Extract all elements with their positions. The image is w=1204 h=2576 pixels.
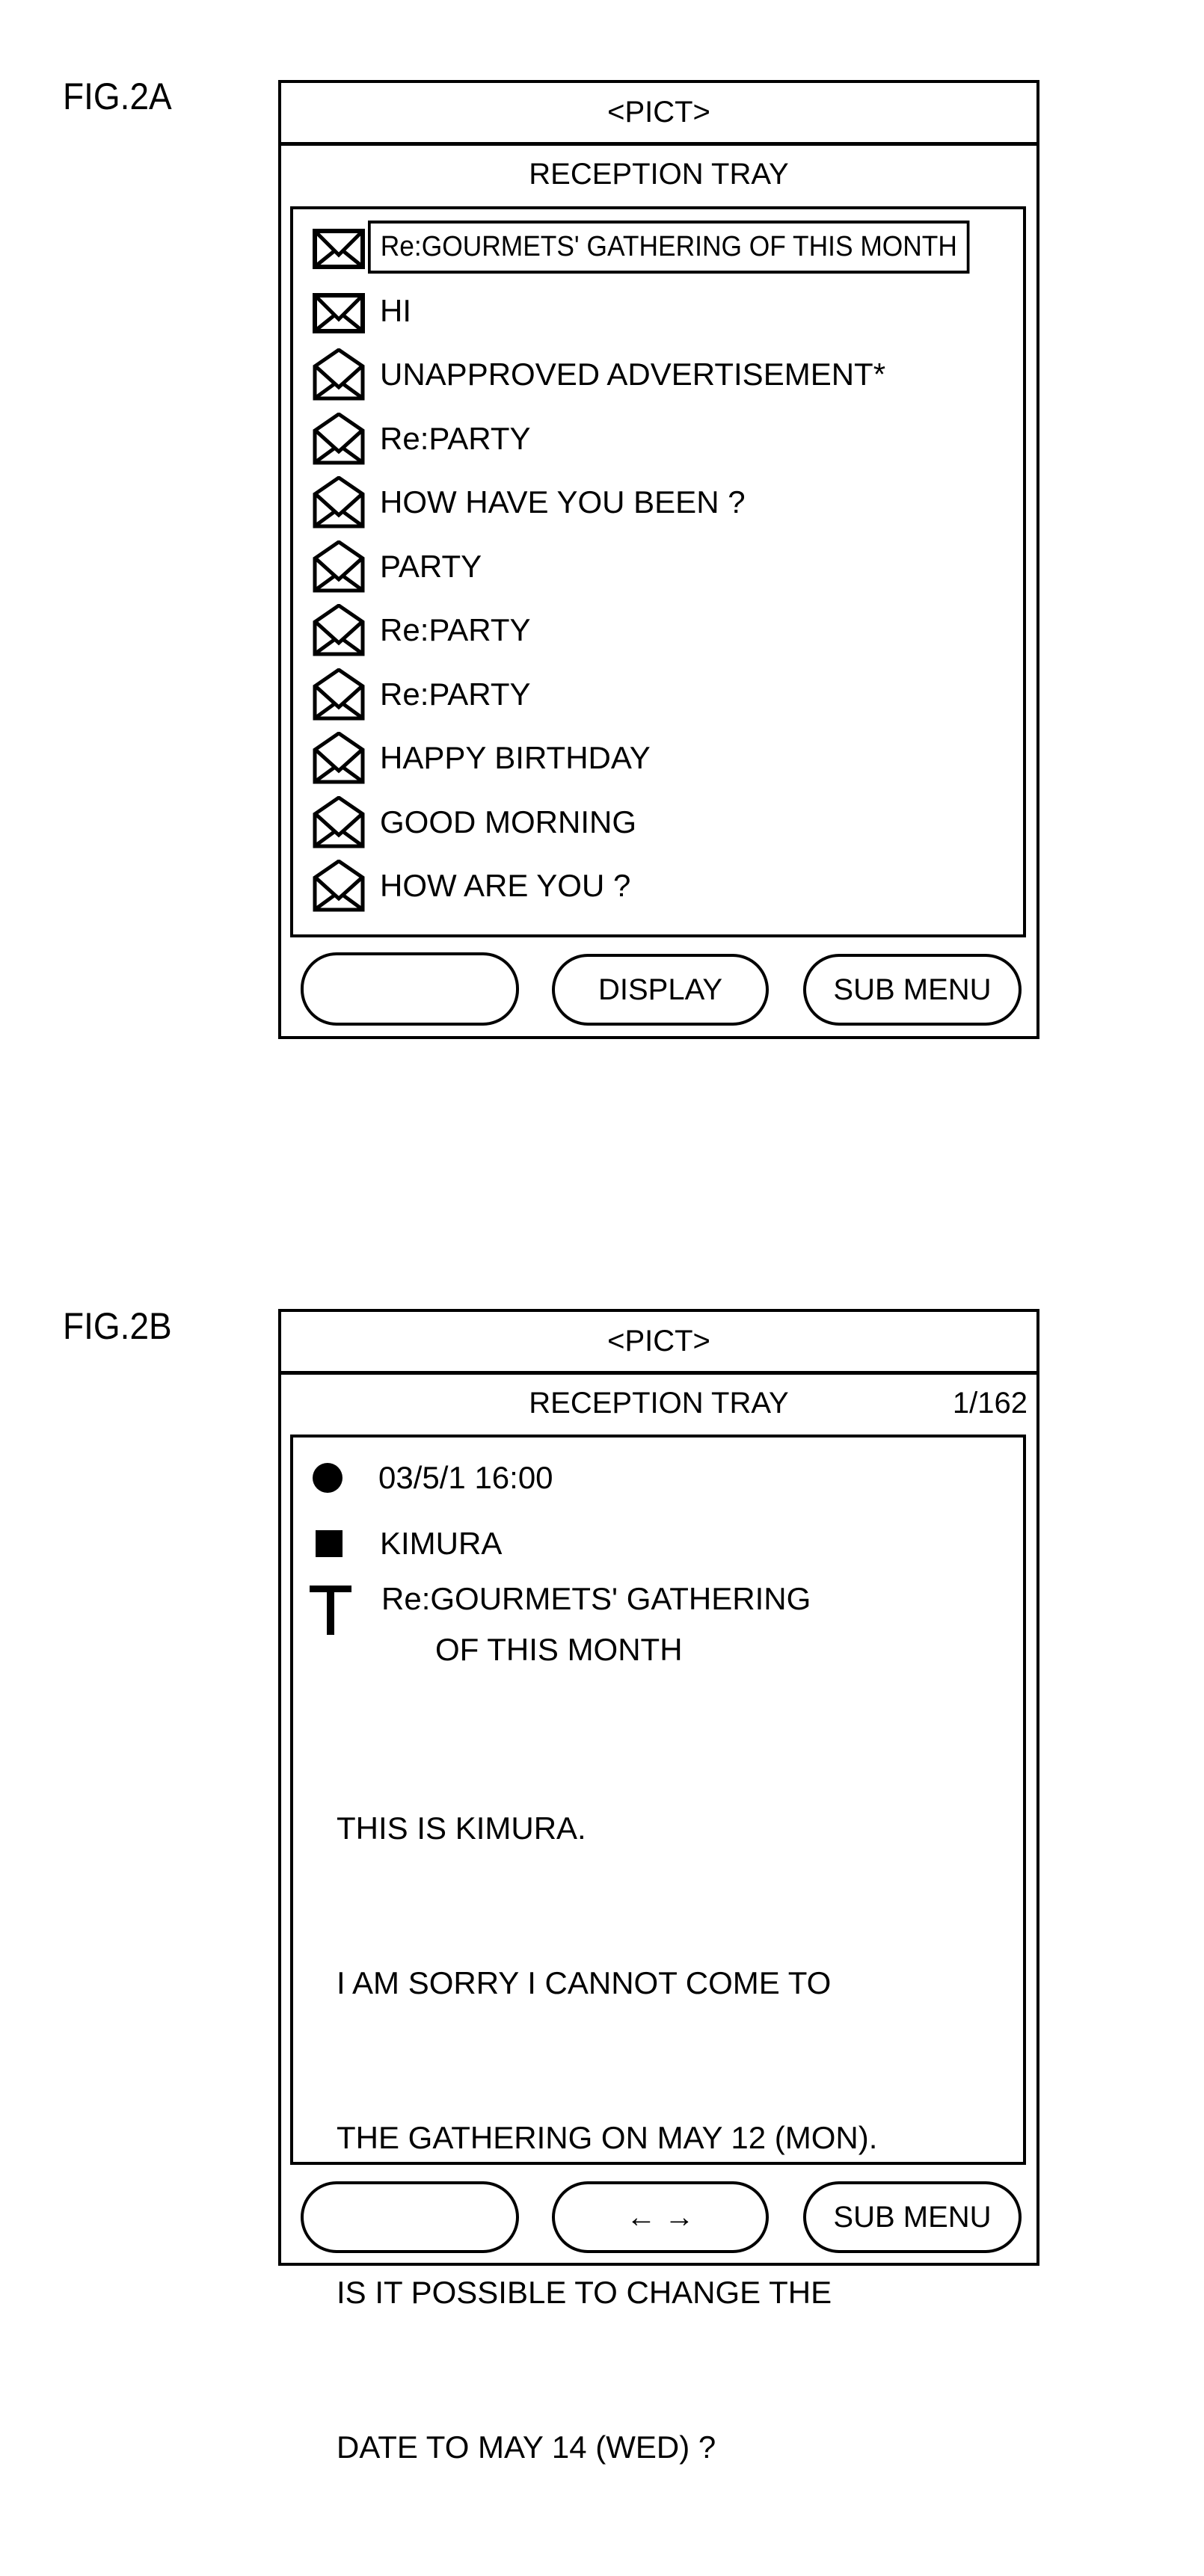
open-envelope-icon [313, 730, 365, 784]
body-line: THE GATHERING ON MAY 12 (MON). [337, 2120, 878, 2155]
message-list-item[interactable]: Re:PARTY [293, 409, 1023, 469]
open-envelope-icon [313, 858, 365, 912]
subject-line-1: Re:GOURMETS' GATHERING [381, 1581, 811, 1616]
display-button[interactable]: DISPLAY [552, 954, 769, 1026]
message-subject: HI [380, 292, 411, 328]
message-content: 03/5/1 16:00 KIMURA Re:GOURMETS' GATHERI… [290, 1435, 1026, 2465]
filled-square-icon [316, 1530, 343, 1557]
message-subject: Re:PARTY [380, 676, 531, 712]
message-subject: HOW ARE YOU ? [380, 868, 631, 903]
screen-header: <PICT> [281, 83, 1036, 146]
soft-key-left-button[interactable] [301, 952, 519, 1026]
message-list-item[interactable]: HAPPY BIRTHDAY [293, 728, 1023, 788]
open-envelope-icon [313, 411, 365, 465]
message-subject: UNAPPROVED ADVERTISEMENT* [380, 357, 886, 392]
open-envelope-icon [313, 475, 365, 529]
message-subject: HAPPY BIRTHDAY [380, 740, 651, 775]
soft-key-left-button[interactable] [301, 2181, 519, 2253]
sub-menu-button[interactable]: SUB MENU [803, 2181, 1022, 2253]
message-list: Re:GOURMETS' GATHERING OF THIS MONTH HI UN… [290, 206, 1026, 937]
body-line: THIS IS KIMURA. [337, 1811, 586, 1846]
message-list-item[interactable]: Re:PARTY [293, 600, 1023, 660]
filled-circle-icon [313, 1463, 343, 1493]
reception-tray-list-screen: <PICT> RECEPTION TRAY Re:GOURMETS' GATHE… [278, 80, 1039, 1039]
received-date: 03/5/1 16:00 [378, 1460, 553, 1495]
message-body: THIS IS KIMURA. I AM SORRY I CANNOT COME… [337, 1699, 877, 2576]
message-subject: PARTY [380, 548, 482, 584]
sub-menu-button[interactable]: SUB MENU [803, 954, 1022, 1026]
title-t-icon [310, 1586, 351, 1639]
open-envelope-icon [313, 667, 365, 721]
closed-envelope-icon [313, 285, 365, 337]
body-line: DATE TO MAY 14 (WED) ? [337, 2429, 716, 2465]
body-line: I AM SORRY I CANNOT COME TO [337, 1965, 832, 2000]
message-subject: HOW HAVE YOU BEEN ? [380, 484, 746, 520]
message-counter: 1/162 [952, 1387, 1028, 1420]
message-detail-screen: <PICT> RECEPTION TRAY 1/162 03/5/1 16:00… [278, 1309, 1039, 2465]
screen-title: RECEPTION TRAY [529, 158, 789, 191]
message-list-item[interactable]: UNAPPROVED ADVERTISEMENT* [293, 345, 1023, 404]
message-subject: Re:PARTY [380, 420, 531, 456]
message-list-item[interactable]: HOW HAVE YOU BEEN ? [293, 472, 1023, 532]
message-list-item-selected[interactable]: Re:GOURMETS' GATHERING OF THIS MONTH [293, 217, 1023, 277]
open-envelope-icon [313, 347, 365, 401]
body-line: IS IT POSSIBLE TO CHANGE THE [337, 2275, 832, 2310]
subject-line-2: OF THIS MONTH [435, 1632, 683, 1667]
message-list-item[interactable]: PARTY [293, 537, 1023, 597]
open-envelope-icon [313, 795, 365, 848]
message-list-item[interactable]: HOW ARE YOU ? [293, 856, 1023, 916]
open-envelope-icon [313, 539, 365, 593]
sender-name: KIMURA [380, 1526, 503, 1561]
open-envelope-icon [313, 603, 365, 656]
message-subject: Re:GOURMETS' GATHERING OF THIS MONTH [368, 220, 970, 274]
figure-label-2b: FIG.2B [63, 1305, 172, 1347]
sender-row: KIMURA [316, 1521, 502, 1566]
message-list-item[interactable]: GOOD MORNING [293, 792, 1023, 852]
figure-label-2a: FIG.2A [63, 76, 172, 117]
date-row: 03/5/1 16:00 [313, 1455, 553, 1500]
screen-title: RECEPTION TRAY [529, 1387, 789, 1420]
screen-header: <PICT> [281, 1312, 1036, 1375]
prev-next-button[interactable]: ← → [552, 2181, 769, 2253]
message-subject: GOOD MORNING [380, 804, 636, 839]
message-list-item[interactable]: Re:PARTY [293, 665, 1023, 724]
message-list-item[interactable]: HI [293, 281, 1023, 341]
message-subject: Re:PARTY [380, 612, 531, 647]
closed-envelope-icon [313, 221, 365, 273]
